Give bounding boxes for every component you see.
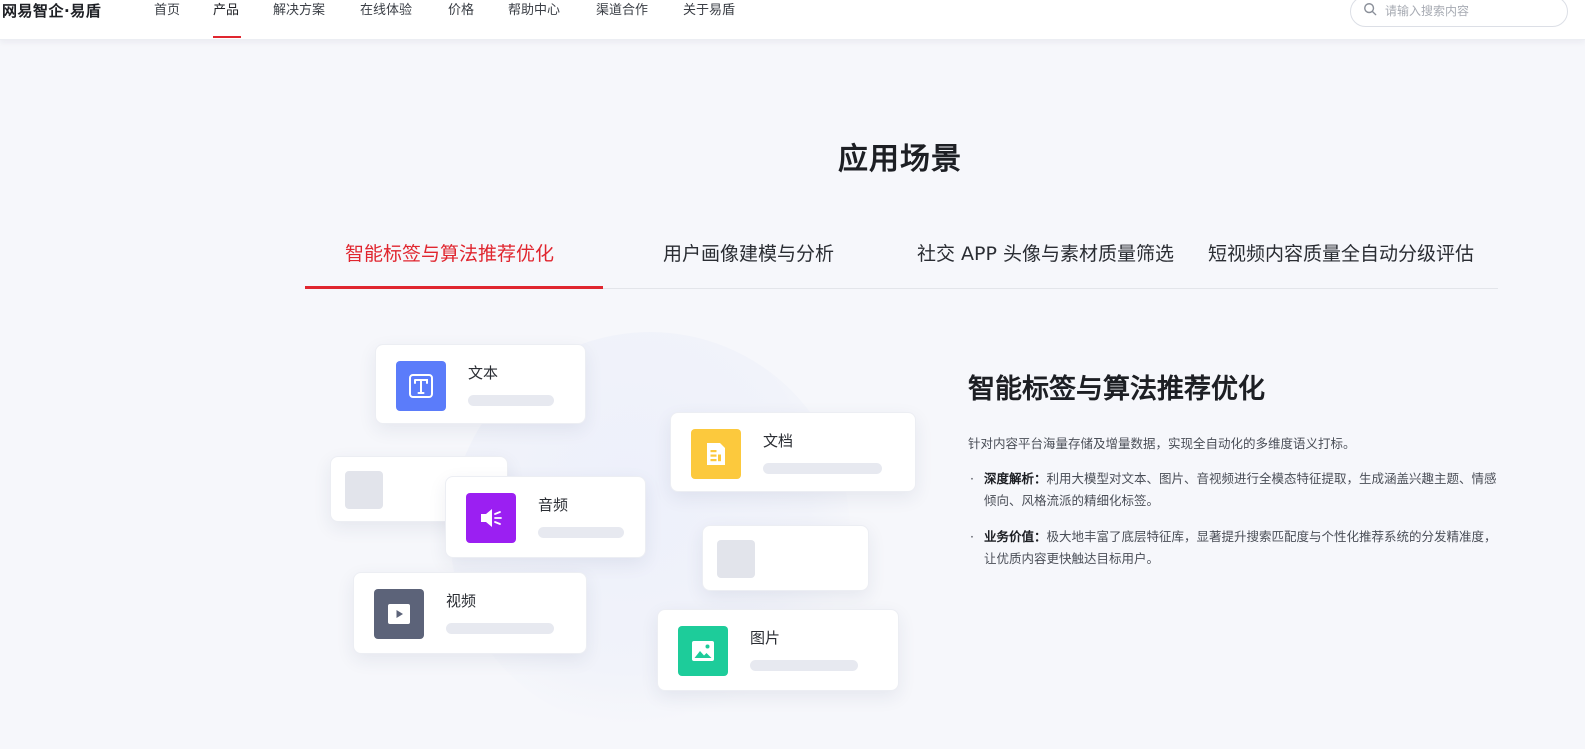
point-text: 极大地丰富了底层特征库，显著提升搜索匹配度与个性化推荐系统的分发精准度，让优质内… (984, 529, 1497, 566)
card-label: 文档 (763, 432, 794, 450)
card-text-placeholder-bar (750, 660, 858, 671)
bullet-dot: · (970, 471, 974, 486)
card-label: 图片 (750, 629, 781, 647)
text-icon (409, 374, 433, 398)
card-text-placeholder-bar (763, 463, 882, 474)
nav-item-solutions[interactable]: 解决方案 (273, 2, 325, 20)
point-key: 业务价值： (984, 529, 1047, 544)
card-label: 音频 (538, 496, 569, 514)
tab-avatar-quality[interactable]: 社交 APP 头像与素材质量筛选 (917, 240, 1174, 268)
tab-user-profiling[interactable]: 用户画像建模与分析 (663, 240, 834, 268)
document-icon (707, 443, 725, 465)
nav-active-indicator (213, 36, 241, 38)
audio-icon (481, 509, 502, 527)
search-icon[interactable] (1363, 2, 1377, 16)
nav-item-channel-partners[interactable]: 渠道合作 (596, 2, 648, 20)
nav-item-pricing[interactable]: 价格 (448, 2, 474, 20)
card-label: 视频 (446, 592, 477, 610)
card-icon-background (678, 626, 728, 676)
nav-item-help-center[interactable]: 帮助中心 (508, 2, 560, 20)
nav-item-about[interactable]: 关于易盾 (683, 2, 735, 20)
tab-active-indicator (305, 286, 603, 289)
tab-video-grading[interactable]: 短视频内容质量全自动分级评估 (1208, 240, 1474, 268)
card-icon-background (374, 589, 424, 639)
search-box[interactable] (1350, 0, 1568, 27)
detail-intro: 针对内容平台海量存储及增量数据，实现全自动化的多维度语义打标。 (968, 436, 1356, 451)
content-card-audio: 音频 (445, 476, 646, 558)
content-card-document: 文档 (670, 412, 916, 492)
bullet-dot: · (970, 529, 974, 544)
video-icon (388, 604, 410, 624)
image-icon (692, 641, 714, 661)
scenario-tabs: 智能标签与算法推荐优化 用户画像建模与分析 社交 APP 头像与素材质量筛选 短… (305, 230, 1498, 290)
nav-item-products[interactable]: 产品 (213, 2, 239, 20)
content-card-text: 文本 (375, 344, 586, 424)
card-icon-background (691, 429, 741, 479)
tab-smart-tagging[interactable]: 智能标签与算法推荐优化 (345, 240, 554, 268)
scenario-detail: 智能标签与算法推荐优化 针对内容平台海量存储及增量数据，实现全自动化的多维度语义… (968, 370, 1498, 570)
card-text-placeholder-bar (468, 395, 554, 406)
card-icon-background (466, 493, 516, 543)
nav-item-online-demo[interactable]: 在线体验 (360, 2, 412, 20)
placeholder-thumbnail (345, 471, 383, 509)
scenario-illustration: 文本 文档 音频 视频 图片 (320, 320, 940, 740)
card-label: 文本 (468, 364, 499, 382)
content-card-video: 视频 (353, 572, 587, 654)
card-icon-background (396, 361, 446, 411)
detail-title: 智能标签与算法推荐优化 (968, 374, 1265, 405)
brand-logo[interactable]: 网易智企·易盾 (2, 0, 101, 22)
point-text: 利用大模型对文本、图片、音视频进行全模态特征提取，生成涵盖兴趣主题、情感倾向、风… (984, 471, 1497, 508)
detail-point: · 深度解析：利用大模型对文本、图片、音视频进行全模态特征提取，生成涵盖兴趣主题… (968, 468, 1498, 512)
placeholder-card (702, 525, 869, 591)
detail-point: · 业务价值：极大地丰富了底层特征库，显著提升搜索匹配度与个性化推荐系统的分发精… (968, 526, 1498, 570)
top-navigation-bar: 网易智企·易盾 首页 产品 解决方案 在线体验 价格 帮助中心 渠道合作 关于易… (0, 0, 1585, 40)
nav-item-home[interactable]: 首页 (154, 2, 180, 20)
card-text-placeholder-bar (538, 527, 624, 538)
section-title: 应用场景 (838, 142, 962, 177)
content-card-image: 图片 (657, 609, 899, 691)
search-input[interactable] (1385, 1, 1555, 21)
point-key: 深度解析： (984, 471, 1047, 486)
placeholder-thumbnail (717, 540, 755, 578)
card-text-placeholder-bar (446, 623, 554, 634)
